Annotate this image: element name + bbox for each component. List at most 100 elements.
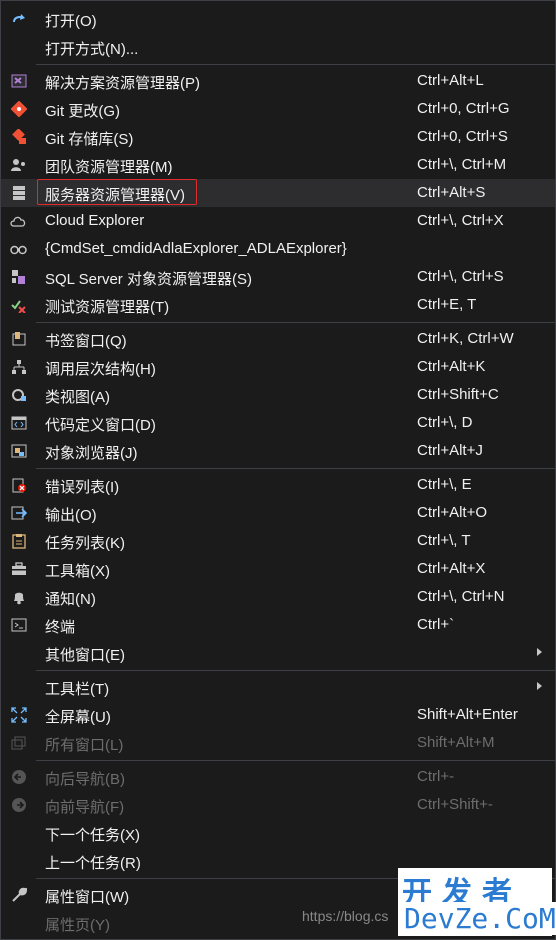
cloud-icon	[10, 213, 27, 229]
menu-item-terminal[interactable]: 终端 Ctrl+`	[1, 611, 555, 639]
menu-item-shortcut: Ctrl+-	[417, 768, 455, 785]
menu-item-label: 通知(N)	[45, 591, 96, 608]
menu-item-label: 测试资源管理器(T)	[45, 299, 170, 316]
menu-item-object-browser[interactable]: 对象浏览器(J) Ctrl+Alt+J	[1, 437, 555, 465]
menu-item-shortcut: Ctrl+\, Ctrl+S	[417, 268, 504, 285]
menu-item-label: 调用层次结构(H)	[45, 361, 156, 378]
separator	[36, 468, 555, 469]
menu-item-shortcut: Ctrl+0, Ctrl+S	[417, 128, 508, 145]
adla-explorer-icon	[10, 241, 27, 257]
menu-item-label: 其他窗口(E)	[45, 647, 125, 664]
menu-item-label: 上一个任务(R)	[45, 855, 141, 872]
menu-item-other-windows[interactable]: 其他窗口(E)	[1, 639, 555, 667]
menu-item-cloud-explorer[interactable]: Cloud Explorer Ctrl+\, Ctrl+X	[1, 207, 555, 235]
menu-item-label: Git 更改(G)	[45, 103, 120, 120]
menu-item-shortcut: Ctrl+0, Ctrl+G	[417, 100, 510, 117]
separator	[36, 322, 555, 323]
menu-item-shortcut: Ctrl+\, Ctrl+X	[417, 212, 504, 229]
server-explorer-icon	[10, 185, 27, 201]
menu-item-next-task[interactable]: 下一个任务(X)	[1, 819, 555, 847]
menu-item-shortcut: Ctrl+Alt+K	[417, 358, 486, 375]
menu-item-shortcut: Ctrl+\, E	[417, 476, 472, 493]
menu-item-shortcut: Shift+Alt+Enter	[417, 706, 518, 723]
separator	[36, 760, 555, 761]
task-list-icon	[10, 533, 27, 549]
menu-item-label: 全屏幕(U)	[45, 709, 111, 726]
menu-item-label: 向前导航(F)	[45, 799, 125, 816]
menu-item-toolbars[interactable]: 工具栏(T)	[1, 673, 555, 701]
menu-item-label: SQL Server 对象资源管理器(S)	[45, 271, 252, 288]
navigate-back-icon	[10, 769, 27, 785]
menu-item-open[interactable]: 打开(O)	[1, 5, 555, 33]
navigate-forward-icon	[10, 797, 27, 813]
menu-item-bookmark-window[interactable]: 书签窗口(Q) Ctrl+K, Ctrl+W	[1, 325, 555, 353]
menu-item-toolbox[interactable]: 工具箱(X) Ctrl+Alt+X	[1, 555, 555, 583]
wrench-icon	[10, 887, 27, 903]
menu-item-git-repository[interactable]: Git 存储库(S) Ctrl+0, Ctrl+S	[1, 123, 555, 151]
separator	[36, 64, 555, 65]
menu-item-label: 终端	[45, 619, 76, 636]
menu-item-shortcut: Ctrl+Shift+-	[417, 796, 493, 813]
separator	[36, 670, 555, 671]
menu-item-label: 所有窗口(L)	[45, 737, 124, 754]
menu-item-adla-explorer[interactable]: {CmdSet_cmdidAdlaExplorer_ADLAExplorer}	[1, 235, 555, 263]
menu-item-class-view[interactable]: 类视图(A) Ctrl+Shift+C	[1, 381, 555, 409]
menu-item-label: 下一个任务(X)	[45, 827, 140, 844]
submenu-arrow-icon	[537, 648, 542, 656]
toolbox-icon	[10, 561, 27, 577]
menu-item-navigate-forward: 向前导航(F) Ctrl+Shift+-	[1, 791, 555, 819]
menu-item-test-explorer[interactable]: 测试资源管理器(T) Ctrl+E, T	[1, 291, 555, 319]
watermark-url: https://blog.cs	[302, 908, 389, 924]
menu-item-label: 属性页(Y)	[45, 917, 110, 934]
menu-item-label: 任务列表(K)	[45, 535, 125, 552]
menu-item-label: 解决方案资源管理器(P)	[45, 75, 200, 92]
menu-item-shortcut: Ctrl+K, Ctrl+W	[417, 330, 514, 347]
menu-item-full-screen[interactable]: 全屏幕(U) Shift+Alt+Enter	[1, 701, 555, 729]
view-menu: 打开(O) 打开方式(N)... 解决方案资源管理器(P) Ctrl+Alt+L…	[0, 0, 556, 940]
menu-item-team-explorer[interactable]: 团队资源管理器(M) Ctrl+\, Ctrl+M	[1, 151, 555, 179]
menu-item-label: {CmdSet_cmdidAdlaExplorer_ADLAExplorer}	[45, 240, 347, 257]
notification-bell-icon	[10, 589, 27, 605]
menu-item-label: 输出(O)	[45, 507, 97, 524]
menu-item-label: 属性窗口(W)	[45, 889, 130, 906]
all-windows-icon	[10, 735, 27, 751]
menu-item-task-list[interactable]: 任务列表(K) Ctrl+\, T	[1, 527, 555, 555]
menu-item-call-hierarchy[interactable]: 调用层次结构(H) Ctrl+Alt+K	[1, 353, 555, 381]
menu-item-notifications[interactable]: 通知(N) Ctrl+\, Ctrl+N	[1, 583, 555, 611]
menu-item-git-changes[interactable]: Git 更改(G) Ctrl+0, Ctrl+G	[1, 95, 555, 123]
menu-item-label: 团队资源管理器(M)	[45, 159, 173, 176]
menu-item-label: Cloud Explorer	[45, 212, 145, 229]
menu-item-sql-server-explorer[interactable]: SQL Server 对象资源管理器(S) Ctrl+\, Ctrl+S	[1, 263, 555, 291]
site-logo: 开发者 DevZe.CoM	[398, 868, 556, 936]
menu-item-shortcut: Ctrl+\, Ctrl+N	[417, 588, 505, 605]
git-repository-icon	[10, 129, 27, 145]
menu-item-code-definition[interactable]: 代码定义窗口(D) Ctrl+\, D	[1, 409, 555, 437]
menu-item-shortcut: Ctrl+Shift+C	[417, 386, 499, 403]
test-explorer-icon	[10, 297, 27, 313]
menu-item-shortcut: Ctrl+\, Ctrl+M	[417, 156, 507, 173]
menu-item-shortcut: Ctrl+`	[417, 616, 455, 633]
menu-item-shortcut: Ctrl+Alt+X	[417, 560, 486, 577]
menu-item-solution-explorer[interactable]: 解决方案资源管理器(P) Ctrl+Alt+L	[1, 67, 555, 95]
object-browser-icon	[10, 443, 27, 459]
menu-item-open-with[interactable]: 打开方式(N)...	[1, 33, 555, 61]
menu-item-output[interactable]: 输出(O) Ctrl+Alt+O	[1, 499, 555, 527]
solution-explorer-icon	[10, 73, 27, 89]
class-view-icon	[10, 387, 27, 403]
menu-item-label: 对象浏览器(J)	[45, 445, 138, 462]
menu-item-error-list[interactable]: 错误列表(I) Ctrl+\, E	[1, 471, 555, 499]
bookmark-icon	[10, 331, 27, 347]
submenu-arrow-icon	[537, 682, 542, 690]
menu-item-label: 类视图(A)	[45, 389, 110, 406]
menu-item-label: 书签窗口(Q)	[45, 333, 127, 350]
fullscreen-icon	[10, 707, 27, 723]
menu-item-label: 打开方式(N)...	[45, 41, 139, 58]
menu-item-shortcut: Ctrl+E, T	[417, 296, 477, 313]
menu-item-shortcut: Ctrl+Alt+S	[417, 184, 486, 201]
menu-item-label: 工具箱(X)	[45, 563, 110, 580]
highlight-box	[37, 179, 197, 205]
menu-item-shortcut: Ctrl+\, D	[417, 414, 473, 431]
call-hierarchy-icon	[10, 359, 27, 375]
terminal-icon	[10, 617, 27, 633]
team-explorer-icon	[10, 157, 27, 173]
